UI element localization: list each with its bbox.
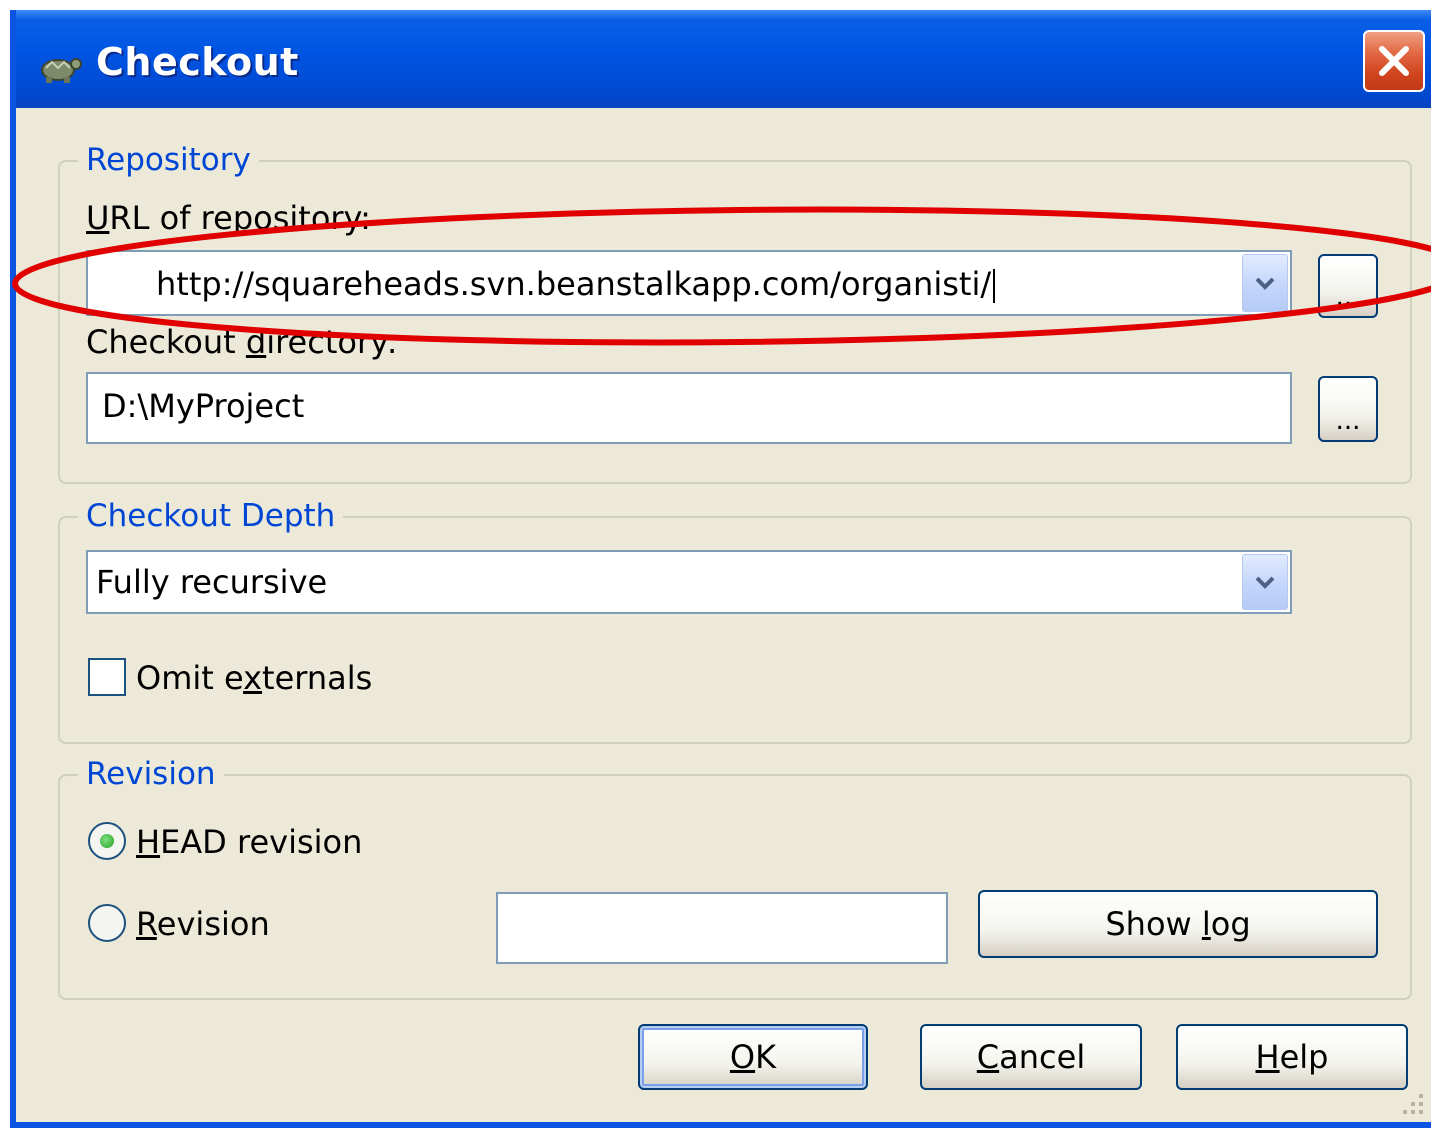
chevron-down-icon [1255,277,1275,290]
title-bar[interactable]: Checkout [16,10,1431,108]
show-log-button[interactable]: Show log [978,890,1378,958]
url-combobox[interactable]: http://squareheads.svn.beanstalkapp.com/… [86,250,1292,316]
depth-dropdown-button[interactable] [1242,554,1288,610]
omit-externals-checkbox[interactable] [88,658,126,696]
url-browse-button[interactable]: ... [1318,254,1378,318]
tortoise-icon [41,58,82,83]
checkout-dir-label: Checkout directory: [86,323,398,361]
close-icon [1379,46,1409,76]
ok-button[interactable]: OK [638,1024,868,1090]
checkout-dialog: Checkout Repository URL of repository: h… [10,10,1431,1128]
checkout-depth-legend: Checkout Depth [78,496,344,536]
window-title: Checkout [96,40,299,84]
show-log-label: Show log [1105,905,1251,943]
repository-legend: Repository [78,140,259,180]
ok-label: OK [729,1038,777,1076]
omit-externals-label[interactable]: Omit externals [136,658,372,698]
revision-input[interactable] [496,892,948,964]
checkout-dir-value: D:\MyProject [102,387,305,425]
revision-group: Revision [58,754,1412,1000]
revision-legend: Revision [78,754,224,794]
resize-grip-icon[interactable] [1399,1090,1427,1118]
checkout-dir-browse-button[interactable]: ... [1318,376,1378,442]
revision-label[interactable]: Revision [136,904,270,944]
help-button[interactable]: Help [1176,1024,1408,1090]
url-dropdown-button[interactable] [1242,254,1288,312]
help-label: Help [1255,1038,1329,1076]
head-revision-radio[interactable] [88,822,126,860]
close-button[interactable] [1363,30,1425,92]
checkout-dir-input[interactable]: D:\MyProject [86,372,1292,444]
chevron-down-icon [1255,576,1275,589]
cancel-button[interactable]: Cancel [920,1024,1142,1090]
url-label: URL of repository: [86,199,371,237]
depth-select[interactable]: Fully recursive [86,550,1292,614]
cancel-label: Cancel [976,1038,1086,1076]
text-caret [993,269,996,303]
head-revision-label[interactable]: HEAD revision [136,822,362,862]
url-input[interactable]: http://squareheads.svn.beanstalkapp.com/… [156,264,996,304]
revision-radio[interactable] [88,904,126,942]
radio-selected-dot [100,834,114,848]
depth-selected-value: Fully recursive [96,563,328,601]
